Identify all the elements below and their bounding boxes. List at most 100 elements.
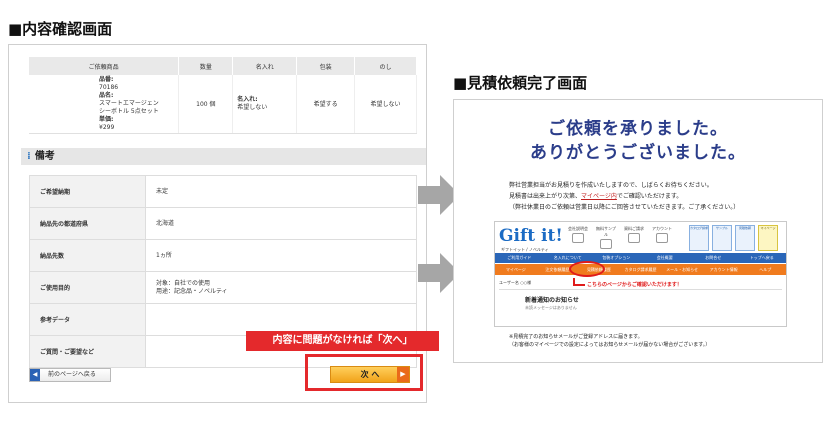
top-icon-item[interactable]: 資料ご請求 (623, 226, 645, 250)
top-icon-label: 資料ご請求 (624, 226, 644, 231)
clock-icon (572, 233, 584, 243)
mypage-screenshot: Gift it! ギフトイット / ノベルティ 会社説明会 無料サンプル 資料ご… (494, 221, 787, 327)
mypage-nav-item[interactable]: マイページ (495, 264, 537, 275)
right-section-title: ■見積依頼完了画面 (453, 74, 588, 92)
col-naire: 名入れ (232, 57, 298, 75)
done-line: 弊社営業担当がお見積りを作成いたしますので、しばらくお待ちください。 (509, 182, 713, 189)
product-cell: 品番: 70186 品名: スマートエマージェン シーボトル 5点セット 単価:… (29, 75, 180, 134)
naire-cell: 名入れ: 希望しない (232, 75, 298, 134)
news-subtitle: 未読メッセージはありません (525, 305, 577, 310)
quick-menu-item[interactable]: カタログ請求 (689, 225, 709, 251)
footnote-line: （お客様のマイページでの設定によってはお知らせメールが届かない場合がございます。… (509, 342, 711, 348)
memo-section-header: ⁞ 備考 (21, 148, 426, 165)
nav-item[interactable]: 包装オプション (592, 253, 641, 263)
done-line: （弊社休業日のご依頼は営業日以降にご回答させていただきます。ご了承ください。） (509, 204, 740, 211)
user-icon (656, 233, 668, 243)
instruction-callout: 内容に問題がなければ「次へ」 (246, 331, 439, 351)
order-table-header: ご依頼商品 数量 名入れ 包装 のし (29, 57, 417, 75)
top-icon-item[interactable]: アカウント (651, 226, 673, 250)
user-greeting: ユーザー名 ○○様 (499, 280, 532, 285)
memo-line: 用途：記念品・ノベルティ (156, 287, 228, 295)
product-line: スマートエマージェン (99, 99, 159, 107)
wrap-cell: 希望する (296, 75, 356, 134)
product-line: 品名: (99, 91, 114, 99)
nav-item[interactable]: ご利用ガイド (495, 253, 544, 263)
table-row: ご希望納期 未定 (29, 175, 417, 208)
completion-screen: ご依頼を承りました。 ありがとうございました。 弊社営業担当がお見積りを作成いた… (453, 99, 823, 363)
top-icon-row: 会社説明会 無料サンプル 資料ご請求 アカウント (567, 226, 673, 250)
memo-section-title: 備考 (34, 151, 55, 162)
done-line: 見積書は出来上がり次第、マイページ内でご確認いただけます。 (509, 191, 819, 202)
done-text: 見積書は出来上がり次第、 (509, 193, 582, 200)
document-icon (600, 239, 612, 249)
memo-line: 対象：自社での使用 (156, 279, 211, 287)
naire-line: 名入れ: (237, 95, 258, 103)
memo-value: 未定 (145, 175, 417, 208)
col-wrap: 包装 (296, 57, 356, 75)
top-icon-label: 会社説明会 (568, 226, 588, 231)
noshi-cell: 希望しない (354, 75, 417, 134)
footnote-line: ※見積完了のお知らせメールがご登録アドレスに届きます。 (509, 334, 643, 340)
col-noshi: のし (354, 57, 417, 75)
table-row: 納品先の都道府県 北海道 (29, 207, 417, 240)
nav-item[interactable]: トップへ戻る (738, 253, 787, 263)
done-heading-2: ありがとうございました。 (530, 143, 746, 163)
mypage-nav-item[interactable]: カタログ請求履歴 (620, 264, 662, 275)
memo-key: ご質問・ご要望など (29, 335, 146, 368)
quick-menu: カタログ請求 サンプル 見積依頼 マイページ (689, 225, 778, 251)
section-marker-icon: ⁞ (27, 151, 31, 162)
back-button[interactable]: ◀ 前のページへ戻る (29, 368, 111, 382)
site-logo: Gift it! (499, 226, 563, 246)
done-message: 弊社営業担当がお見積りを作成いたしますので、しばらくお待ちください。 見積書は出… (509, 180, 819, 213)
done-text: でご確認いただけます。 (616, 193, 683, 200)
memo-key: ご希望納期 (29, 175, 146, 208)
memo-key: ご使用目的 (29, 271, 146, 304)
mypage-nav-item[interactable]: ヘルプ (744, 264, 786, 275)
top-icon-item[interactable]: 会社説明会 (567, 226, 589, 250)
news-title: 新着通知のお知らせ (525, 297, 579, 304)
table-row: 品番: 70186 品名: スマートエマージェン シーボトル 5点セット 単価:… (29, 75, 417, 134)
col-product: ご依頼商品 (29, 57, 180, 75)
next-button[interactable]: 次 へ ▶ (330, 366, 410, 383)
divider (499, 289, 782, 290)
arrow-left-icon: ◀ (30, 369, 40, 381)
top-icon-item[interactable]: 無料サンプル (595, 226, 617, 250)
folder-icon (628, 233, 640, 243)
quick-menu-item[interactable]: マイページ (758, 225, 778, 251)
product-line: 品番: (99, 75, 114, 83)
highlight-ring (569, 261, 605, 277)
order-table: ご依頼商品 数量 名入れ 包装 のし 品番: 70186 品名: スマートエマー… (29, 57, 417, 134)
quantity-cell: 100 個 (178, 75, 234, 134)
memo-key: 納品先の都道府県 (29, 207, 146, 240)
arrow-right-icon: ▶ (397, 367, 409, 382)
memo-key: 参考データ (29, 303, 146, 336)
mypage-link[interactable]: マイページ内 (581, 193, 617, 200)
mypage-nav-item[interactable]: アカウント情報 (703, 264, 745, 275)
quick-menu-item[interactable]: 見積依頼 (735, 225, 755, 251)
nav-item[interactable]: お問合せ (689, 253, 738, 263)
global-nav: ご利用ガイド 名入れについて 包装オプション 会社概要 お問合せ トップへ戻る (495, 253, 786, 263)
memo-key: 納品先数 (29, 239, 146, 272)
memo-value: 1ヵ所 (145, 239, 417, 272)
mypage-hint: こちらのページからご確認いただけます！ (587, 282, 682, 288)
left-section-title: ■内容確認画面 (8, 20, 113, 38)
quick-menu-item[interactable]: サンプル (712, 225, 732, 251)
mypage-nav-item[interactable]: メール・お知らせ (661, 264, 703, 275)
col-quantity: 数量 (178, 57, 234, 75)
product-line: 70186 (99, 83, 119, 91)
nav-item[interactable]: 会社概要 (641, 253, 690, 263)
top-icon-label: 無料サンプル (596, 226, 616, 237)
pointer-arrow-icon (573, 284, 585, 286)
back-button-label: 前のページへ戻る (48, 371, 96, 378)
product-line: ¥299 (99, 123, 115, 131)
done-footnote: ※見積完了のお知らせメールがご登録アドレスに届きます。 （お客様のマイページでの… (509, 333, 821, 349)
next-button-label: 次 へ (360, 370, 380, 379)
memo-value: 北海道 (145, 207, 417, 240)
table-row: 納品先数 1ヵ所 (29, 239, 417, 272)
table-row: ご使用目的 対象：自社での使用 用途：記念品・ノベルティ (29, 271, 417, 304)
mypage-nav: マイページ 注文依頼履歴 見積依頼履歴 カタログ請求履歴 メール・お知らせ アカ… (495, 264, 786, 275)
product-line: シーボトル 5点セット (99, 107, 159, 115)
done-heading-1: ご依頼を承りました。 (548, 119, 728, 139)
naire-line: 希望しない (237, 103, 268, 111)
memo-value: 対象：自社での使用 用途：記念品・ノベルティ (145, 271, 417, 304)
